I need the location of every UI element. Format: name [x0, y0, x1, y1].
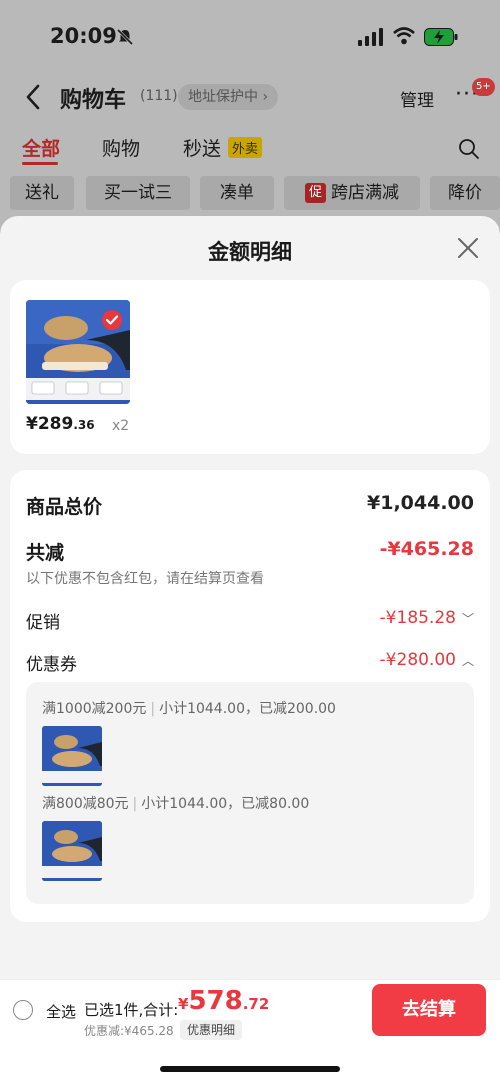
promo-label: 促销	[26, 613, 60, 633]
page-title: 购物车	[60, 88, 127, 113]
tab-active-indicator	[22, 162, 58, 165]
product-price-int: ¥289	[26, 414, 74, 434]
total-value: ¥1,044.00	[367, 492, 474, 514]
wifi-icon	[393, 27, 415, 45]
product-price-dec: .36	[73, 418, 95, 432]
selected-check-icon	[102, 310, 122, 330]
search-icon[interactable]	[458, 138, 480, 160]
amount-detail-sheet: 金额明细 ¥289.36 x2 商品总价 ¥1,044.00 共减 -¥465.…	[0, 216, 500, 1083]
chevron-up-icon: ︿	[461, 654, 474, 668]
filter-chips: 送礼 买一试三 凑单 促跨店满减 降价	[10, 176, 500, 210]
status-time: 20:09	[50, 24, 117, 48]
reduce-label: 共减	[26, 542, 65, 564]
tab-all[interactable]: 全部	[22, 134, 60, 161]
promo-value-wrap: -¥185.28 ﹀	[380, 608, 474, 628]
cart-count: (111)	[140, 88, 178, 104]
sheet-title: 金额明细	[208, 240, 292, 264]
total-dec: .72	[242, 995, 270, 1013]
product-image[interactable]	[26, 300, 130, 404]
coupon-rule: 满800减80元	[42, 796, 129, 812]
select-all-radio[interactable]	[13, 1000, 33, 1020]
product-price: ¥289.36	[26, 414, 95, 434]
coupon-detail: 小计1044.00，已减80.00	[141, 796, 310, 812]
coupon-product-thumb[interactable]	[42, 726, 102, 786]
discount-summary: 优惠减:¥465.28	[84, 1024, 174, 1038]
manage-button[interactable]: 管理	[400, 86, 434, 111]
cart-tabs: 全部 购物 秒送 外卖	[0, 134, 500, 168]
product-card: ¥289.36 x2	[10, 280, 490, 454]
chip-cross-store-label: 跨店满减	[331, 183, 399, 203]
product-qty: x2	[112, 418, 130, 434]
battery-charging-icon	[424, 28, 458, 46]
divider: |	[132, 796, 138, 812]
coupon-line-2: 满800减80元 | 小计1044.00，已减80.00	[42, 793, 309, 813]
chip-buy-one-try-three[interactable]: 买一试三	[86, 176, 190, 210]
coupon-value-wrap: -¥280.00 ︿	[380, 650, 474, 670]
total-symbol: ¥	[178, 995, 189, 1013]
tab-shopping[interactable]: 购物	[102, 134, 140, 161]
coupon-line-1: 满1000减200元 | 小计1044.00，已减200.00	[42, 698, 336, 718]
signal-icon	[358, 28, 383, 46]
checkout-bar: 全选 已选1件,合计: ¥578.72 优惠减:¥465.28 优惠明细 去结算	[0, 979, 500, 1083]
coupon-rule: 满1000减200元	[42, 701, 147, 717]
chevron-right-icon: ›	[262, 89, 269, 105]
bell-muted-icon	[116, 28, 134, 46]
takeout-tag: 外卖	[228, 137, 263, 158]
coupon-detail: 小计1044.00，已减200.00	[159, 701, 336, 717]
status-bar: 20:09	[0, 22, 500, 52]
total-int: 578	[188, 986, 243, 1016]
back-arrow-icon[interactable]	[22, 82, 44, 112]
nav-bar: 购物车 (111) 地址保护中 › 管理 ··· 5+	[0, 78, 500, 118]
close-icon[interactable]	[456, 236, 480, 260]
address-protect-label: 地址保护中	[188, 89, 258, 105]
address-protect-pill[interactable]: 地址保护中 ›	[178, 84, 279, 110]
sneaker-image	[42, 821, 102, 881]
home-indicator[interactable]	[160, 1066, 340, 1072]
sneaker-image	[42, 726, 102, 786]
discount-detail-button[interactable]: 优惠明细	[180, 1020, 243, 1040]
background-page: 20:09 购物车 (111) 地址保护中 › 管理 ··· 5+ 全部 购物 …	[0, 0, 500, 230]
tab-instant[interactable]: 秒送	[183, 134, 221, 161]
coupon-label: 优惠券	[26, 655, 77, 675]
coupon-detail-box: 满1000减200元 | 小计1044.00，已减200.00 满800减80元 | 小…	[26, 682, 474, 904]
promo-value: -¥185.28	[379, 608, 456, 628]
promo-tag: 促	[304, 183, 326, 203]
chevron-down-icon: ﹀	[461, 612, 474, 626]
chip-cross-store-discount[interactable]: 促跨店满减	[284, 176, 420, 210]
notification-badge: 5+	[472, 78, 495, 96]
reduce-value: -¥465.28	[379, 538, 474, 560]
chip-add-on[interactable]: 凑单	[200, 176, 274, 210]
divider: |	[150, 701, 156, 717]
checkout-button[interactable]: 去结算	[372, 984, 486, 1036]
discount-note: 以下优惠不包含红包，请在结算页查看	[26, 571, 264, 587]
amount-breakdown-card: 商品总价 ¥1,044.00 共减 -¥465.28 以下优惠不包含红包，请在结…	[10, 470, 490, 922]
coupon-value: -¥280.00	[379, 650, 456, 670]
selected-info: 已选1件,合计:	[84, 1001, 179, 1019]
select-all-label[interactable]: 全选	[46, 1001, 76, 1022]
coupon-product-thumb[interactable]	[42, 821, 102, 881]
chip-price-drop[interactable]: 降价	[430, 176, 500, 210]
total-amount: ¥578.72	[178, 986, 269, 1016]
total-label: 商品总价	[26, 496, 103, 518]
chip-gift[interactable]: 送礼	[10, 176, 74, 210]
